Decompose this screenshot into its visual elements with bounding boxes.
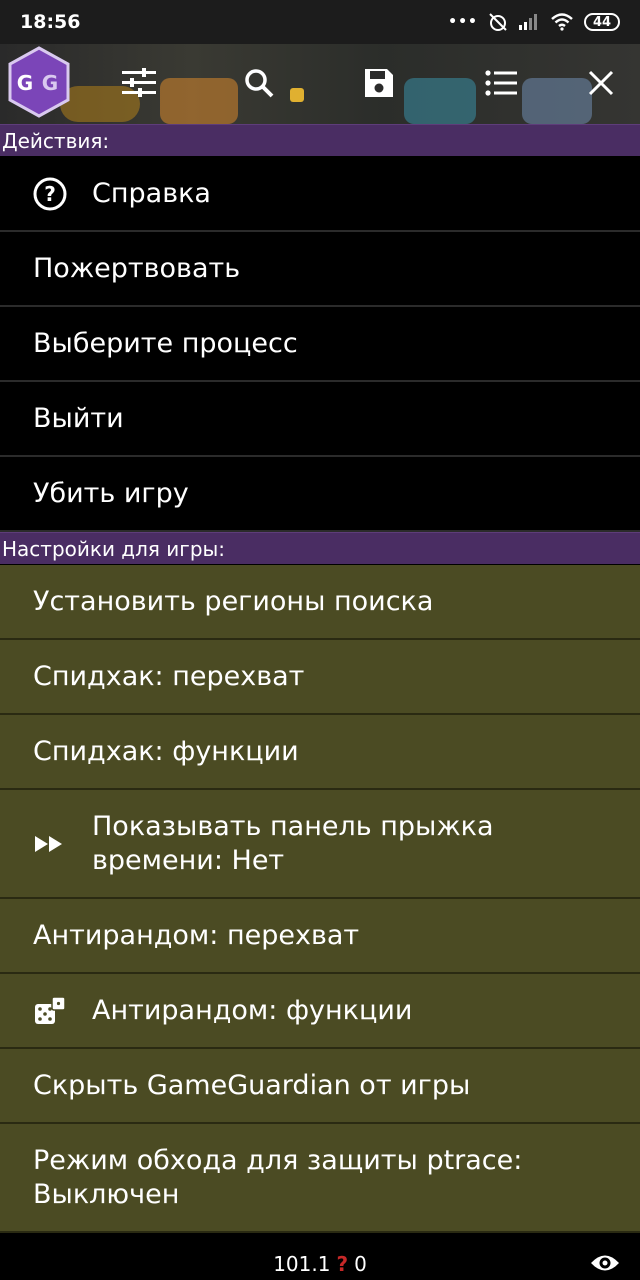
kill-game-label: Убить игру: [33, 477, 189, 509]
svg-text:G: G: [42, 71, 58, 95]
speed-value: 101.1: [273, 1252, 331, 1276]
search-regions-label: Установить регионы поиска: [33, 585, 434, 617]
hide-gameguardian-item[interactable]: Скрыть GameGuardian от игры: [0, 1049, 640, 1124]
speedhack-functions-label: Спидхак: функции: [33, 735, 299, 767]
search-regions-item[interactable]: Установить регионы поиска: [0, 565, 640, 640]
settings-sliders-button[interactable]: [110, 54, 168, 112]
antirandom-hook-label: Антирандом: перехват: [33, 919, 360, 951]
time-jump-panel-label: Показывать панель прыжка времени: Нет: [92, 810, 494, 876]
status-bar: 18:56 ••• 44: [0, 0, 640, 44]
exit-label: Выйти: [33, 402, 124, 434]
wifi-icon: [551, 13, 573, 31]
list-icon: [485, 70, 517, 96]
eye-icon[interactable]: [590, 1252, 620, 1274]
donate-item[interactable]: Пожертвовать: [0, 232, 640, 307]
save-button[interactable]: [350, 54, 408, 112]
background-app-icon: [404, 78, 476, 124]
select-process-item[interactable]: Выберите процесс: [0, 307, 640, 382]
ptrace-bypass-label: Режим обхода для защиты ptrace: Выключен: [33, 1144, 523, 1210]
help-label: Справка: [92, 177, 211, 209]
svg-text:?: ?: [44, 182, 56, 206]
save-icon: [365, 69, 393, 97]
actions-section-header: Действия:: [0, 124, 640, 156]
toolbar: G G: [0, 44, 640, 124]
background-app-icon: [160, 78, 238, 124]
tune-icon: [122, 68, 156, 97]
svg-text:G: G: [17, 71, 33, 95]
small-app-icon: [290, 88, 304, 102]
antirandom-functions-item[interactable]: Антирандом: функции: [0, 974, 640, 1049]
actions-list: ? Справка Пожертвовать Выберите процесс …: [0, 157, 640, 532]
antirandom-hook-item[interactable]: Антирандом: перехват: [0, 899, 640, 974]
kill-game-item[interactable]: Убить игру: [0, 457, 640, 532]
select-process-label: Выберите процесс: [33, 327, 298, 359]
alarm-off-icon: [489, 13, 507, 31]
bottom-status-bar: 101.1 ? 0: [0, 1248, 640, 1280]
donate-label: Пожертвовать: [33, 252, 241, 284]
close-button[interactable]: [572, 54, 630, 112]
signal-icon: [519, 14, 537, 30]
exit-item[interactable]: Выйти: [0, 382, 640, 457]
fast-forward-icon: [35, 835, 62, 852]
ptrace-bypass-item[interactable]: Режим обхода для защиты ptrace: Выключен: [0, 1124, 640, 1233]
game-settings-list: Установить регионы поиска Спидхак: перех…: [0, 565, 640, 1233]
status-icons: ••• 44: [448, 12, 620, 32]
help-circle-icon: ?: [33, 177, 67, 210]
speedhack-hook-label: Спидхак: перехват: [33, 660, 305, 692]
dice-icon: [35, 995, 66, 1024]
speedhack-hook-item[interactable]: Спидхак: перехват: [0, 640, 640, 715]
battery-icon: 44: [584, 13, 620, 31]
speedhack-functions-item[interactable]: Спидхак: функции: [0, 715, 640, 790]
search-icon: [245, 69, 274, 98]
counter-value: 0: [354, 1252, 367, 1276]
antirandom-functions-label: Антирандом: функции: [92, 994, 413, 1026]
hide-gameguardian-label: Скрыть GameGuardian от игры: [33, 1069, 471, 1101]
search-button[interactable]: [230, 54, 288, 112]
question-mark-icon: ?: [336, 1252, 349, 1276]
gameguardian-logo-icon[interactable]: G G: [6, 46, 72, 118]
time-jump-panel-item[interactable]: Показывать панель прыжка времени: Нет: [0, 790, 640, 899]
close-icon: [588, 70, 614, 96]
more-dots-icon: •••: [448, 14, 478, 30]
status-time: 18:56: [20, 11, 81, 33]
list-button[interactable]: [472, 54, 530, 112]
help-item[interactable]: ? Справка: [0, 157, 640, 232]
game-settings-section-header: Настройки для игры:: [0, 532, 640, 564]
